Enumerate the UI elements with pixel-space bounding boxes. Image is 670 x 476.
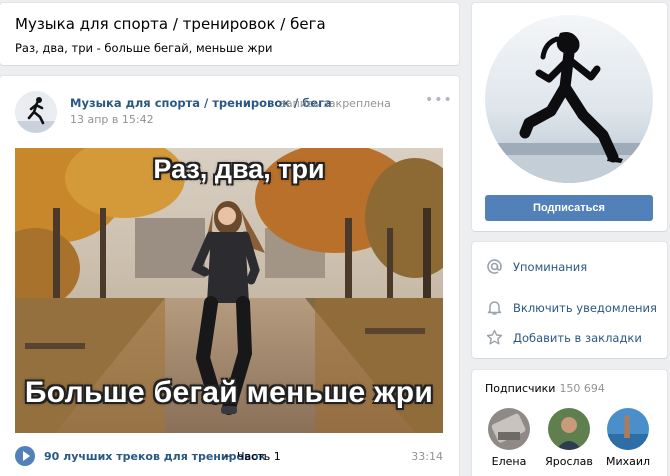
subscribers-title: Подписчики (485, 382, 556, 395)
image-caption-bottom: Больше бегай меньше жри (24, 376, 434, 409)
pinned-label: запись закреплена (280, 97, 391, 110)
menu-label-notifications: Включить уведомления (513, 301, 657, 315)
group-avatar[interactable] (485, 15, 653, 183)
audio-separator: – (225, 449, 231, 462)
subscriber-name: Ярослав (545, 455, 593, 468)
subscriber-name: Елена (491, 455, 527, 468)
group-status: Раз, два, три - больше бегай, меньше жри (15, 41, 273, 55)
avatar (488, 408, 530, 450)
audio-duration: 33:14 (411, 450, 443, 463)
post-image[interactable]: Раз, два, три Больше бегай меньше жри (15, 148, 443, 433)
subscriber-photo (488, 408, 530, 450)
post-author-avatar[interactable] (15, 91, 57, 133)
group-title: Музыка для спорта / тренировок / бега (15, 15, 326, 33)
group-cover-card: Подписаться (472, 3, 667, 231)
group-actions-menu: Упоминания Включить уведомления Добавить… (472, 242, 667, 358)
menu-label-mentions: Упоминания (513, 260, 588, 274)
audio-track: 90 лучших треков для тренировок – Часть … (15, 446, 443, 466)
star-icon (486, 329, 503, 345)
runner-silhouette-image (485, 15, 653, 183)
subscriber-name: Михаил (605, 455, 651, 468)
avatar (607, 408, 649, 450)
menu-item-bookmarks[interactable]: Добавить в закладки (472, 323, 667, 353)
bell-icon (487, 301, 502, 315)
at-sign-icon (487, 259, 502, 274)
more-horizontal-icon[interactable]: ••• (425, 92, 453, 108)
audio-part: Часть 1 (237, 450, 281, 463)
subscriber-item[interactable]: Елена (484, 408, 534, 468)
subscribers-header[interactable]: Подписчики 150 694 (485, 382, 605, 395)
menu-item-mentions[interactable]: Упоминания (472, 252, 667, 282)
subscribers-block: Подписчики 150 694 Елена Ярослав Михаил (472, 370, 667, 476)
subscriber-photo (548, 408, 590, 450)
subscriber-photo (607, 408, 649, 450)
subscriber-item[interactable]: Михаил (603, 408, 653, 468)
runner-avatar-image (15, 91, 57, 133)
pinned-post: Музыка для спорта / тренировок / бега за… (0, 76, 459, 476)
post-date[interactable]: 13 апр в 15:42 (70, 113, 154, 126)
subscribe-button[interactable]: Подписаться (485, 195, 653, 221)
subscriber-item[interactable]: Ярослав (544, 408, 594, 468)
subscribers-count: 150 694 (559, 382, 605, 395)
menu-label-bookmarks: Добавить в закладки (513, 331, 642, 345)
group-header: Музыка для спорта / тренировок / бега Ра… (0, 3, 459, 65)
audio-title[interactable]: 90 лучших треков для тренировок (44, 450, 266, 463)
play-icon[interactable] (15, 446, 35, 466)
avatar (548, 408, 590, 450)
image-caption-top: Раз, два, три (153, 154, 325, 184)
menu-item-notifications[interactable]: Включить уведомления (472, 293, 667, 323)
